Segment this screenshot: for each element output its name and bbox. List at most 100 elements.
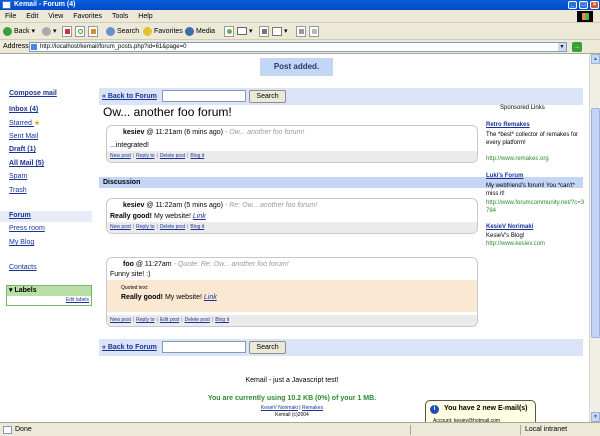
website-link[interactable]: Link [204, 294, 217, 301]
ad-url[interactable]: http://www.forumcommunity.net/?c=3784 [486, 199, 586, 215]
vertical-scrollbar[interactable]: ▲ ▼ [589, 54, 600, 422]
page-title: Ow... another foo forum! [103, 105, 232, 119]
contacts-link[interactable]: Contacts [9, 264, 37, 271]
menu-view[interactable]: View [48, 13, 63, 20]
mail-button[interactable]: ▾ [237, 26, 252, 37]
post-actions: New post | Reply to | Edit post | Delete post |… [107, 315, 477, 326]
spam-link[interactable]: Spam [9, 173, 27, 180]
mail-icon [237, 27, 247, 36]
media-button[interactable]: Media [185, 26, 215, 37]
maximize-button[interactable]: □ [579, 1, 588, 9]
new-post-link[interactable]: New post [110, 317, 131, 323]
address-dropdown-icon[interactable]: ▼ [558, 43, 566, 51]
back-to-forum-link[interactable]: « Back to Forum [102, 93, 157, 100]
menu-favorites[interactable]: Favorites [73, 13, 102, 20]
post-author: foo [123, 261, 134, 268]
starred-link[interactable]: Starred ★ [9, 119, 40, 127]
delete-post-link[interactable]: Delete post [160, 224, 185, 230]
labels-header[interactable]: ▾ Labels [7, 286, 91, 296]
print-button[interactable] [259, 26, 269, 37]
discuss-icon [299, 29, 304, 34]
post-time: @ 11:21am (6 mins ago) [146, 129, 223, 136]
ie-app-icon [2, 1, 11, 9]
forward-button[interactable]: ▾ [42, 26, 57, 37]
remakes-link[interactable]: Remakes [302, 405, 323, 411]
blog-it-link[interactable]: Blog it [215, 317, 229, 323]
stop-button[interactable] [62, 26, 72, 37]
reply-to-link[interactable]: Reply to [136, 317, 154, 323]
sent-mail-link[interactable]: Sent Mail [9, 133, 38, 140]
refresh-button[interactable] [75, 26, 85, 37]
windows-logo-icon [577, 11, 593, 22]
ad-title[interactable]: Luki's Forum [486, 173, 523, 179]
minimize-button[interactable]: _ [568, 1, 577, 9]
star-icon [143, 26, 152, 36]
magnifier-icon [106, 26, 115, 36]
page-icon [31, 44, 37, 50]
post-time: @ 11:27am [135, 261, 172, 268]
search-input[interactable] [162, 341, 246, 353]
ad-title[interactable]: Retro Remakes [486, 122, 530, 128]
back-button[interactable]: Back ▾ [3, 26, 35, 37]
my-blog-link[interactable]: My Blog [9, 239, 34, 246]
reply-to-link[interactable]: Reply to [136, 224, 154, 230]
ad-title[interactable]: KesieV Norimaki [486, 224, 533, 230]
edit-page-button[interactable]: ▾ [272, 26, 287, 37]
address-input[interactable]: http://localhost/kemail/forum_posts.php?… [29, 42, 567, 52]
balloon-title: You have 2 new E-mail(s) [444, 405, 528, 412]
reply-to-link[interactable]: Reply to [136, 153, 154, 159]
status-text: Done [15, 426, 32, 433]
compose-mail-link[interactable]: Compose mail [9, 90, 57, 97]
home-icon [91, 29, 96, 34]
history-button[interactable] [224, 26, 234, 37]
menu-file[interactable]: File [5, 13, 16, 20]
kesiev-norimaki-link[interactable]: KesieV Norimaki [261, 405, 298, 411]
ad-text: The *best* collector of remakes for ever… [486, 132, 579, 146]
search-button[interactable]: Search [249, 90, 286, 103]
search-toolbar-button[interactable]: Search [106, 26, 139, 37]
info-icon: i [430, 405, 439, 414]
forum-link[interactable]: Forum [9, 212, 31, 219]
forum-post: kesiev @ 11:22am (5 mins ago) - Re: Ow..… [106, 198, 478, 234]
inbox-link[interactable]: Inbox (4) [9, 106, 38, 113]
favorites-button[interactable]: Favorites [143, 26, 183, 37]
close-button[interactable]: × [590, 1, 599, 9]
all-mail-link[interactable]: All Mail (5) [9, 160, 44, 167]
blog-it-link[interactable]: Blog it [190, 224, 204, 230]
back-to-forum-link[interactable]: « Back to Forum [102, 344, 157, 351]
ad-url[interactable]: http://www.kesiev.com [486, 241, 545, 247]
messenger-button[interactable] [309, 26, 319, 37]
discuss-button[interactable] [296, 26, 306, 37]
new-post-link[interactable]: New post [110, 224, 131, 230]
menu-tools[interactable]: Tools [112, 13, 128, 20]
scroll-thumb[interactable] [591, 108, 600, 338]
edit-post-link[interactable]: Edit post [160, 317, 179, 323]
home-button[interactable] [88, 26, 98, 37]
draft-link[interactable]: Draft (1) [9, 146, 36, 153]
history-icon [227, 29, 232, 34]
trash-link[interactable]: Trash [9, 187, 27, 194]
new-post-link[interactable]: New post [110, 153, 131, 159]
search-input[interactable] [162, 90, 246, 102]
scroll-down-icon[interactable]: ▼ [591, 412, 600, 422]
blog-it-link[interactable]: Blog it [190, 153, 204, 159]
post-added-notice: Post added. [260, 58, 333, 76]
edit-labels-link[interactable]: Edit labels [66, 297, 89, 303]
go-button[interactable]: → [572, 42, 582, 52]
website-link[interactable]: Link [193, 213, 206, 220]
address-bar: Address http://localhost/kemail/forum_po… [0, 40, 600, 54]
labels-box: ▾ Labels Edit labels [6, 285, 92, 306]
menu-help[interactable]: Help [138, 13, 152, 20]
bottom-forum-bar: « Back to Forum Search [99, 339, 583, 356]
post-subject: - Ow... another foo forum! [224, 129, 305, 136]
address-url: http://localhost/kemail/forum_posts.php?… [40, 44, 187, 50]
menu-edit[interactable]: Edit [26, 13, 38, 20]
menu-bar: File Edit View Favorites Tools Help [0, 10, 600, 23]
ad-url[interactable]: http://www.remakes.org [486, 156, 549, 162]
search-button[interactable]: Search [249, 341, 286, 354]
scroll-up-icon[interactable]: ▲ [591, 54, 600, 64]
delete-post-link[interactable]: Delete post [185, 317, 210, 323]
status-bar: Done Local intranet [0, 422, 600, 436]
press-room-link[interactable]: Press room [9, 225, 45, 232]
delete-post-link[interactable]: Delete post [160, 153, 185, 159]
